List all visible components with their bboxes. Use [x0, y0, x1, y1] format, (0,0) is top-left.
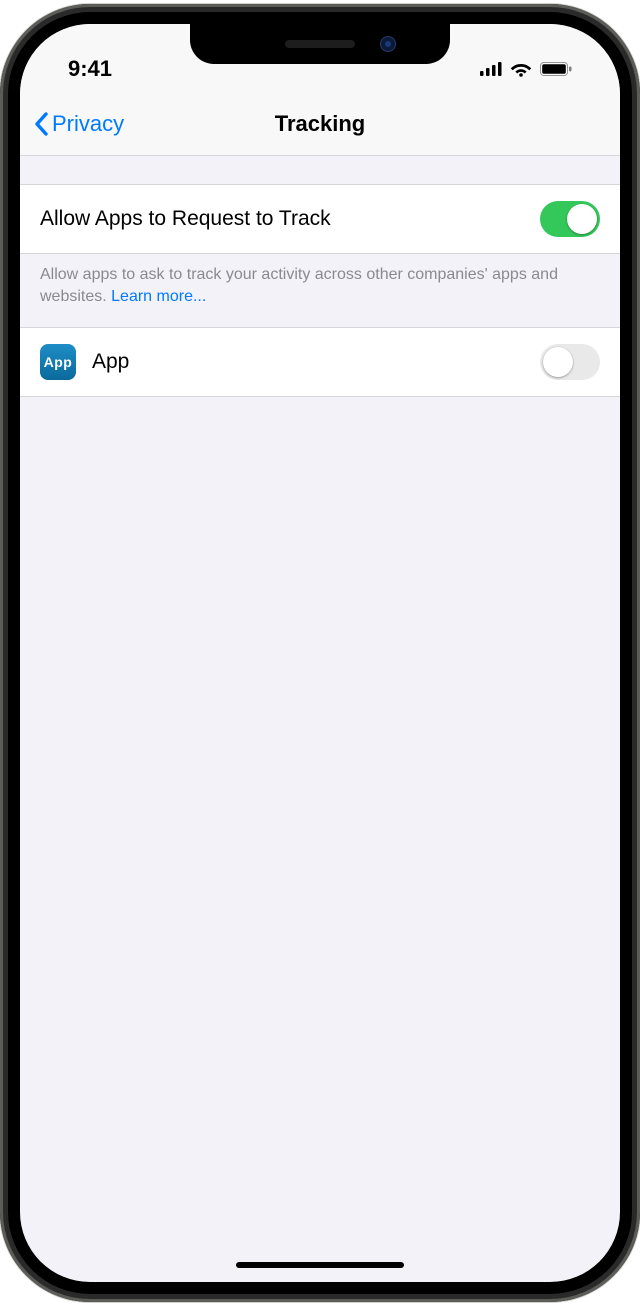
app-tracking-toggle[interactable]	[540, 344, 600, 380]
notch	[190, 24, 450, 64]
battery-icon	[540, 62, 572, 76]
page-title: Tracking	[275, 111, 365, 137]
back-button[interactable]: Privacy	[34, 111, 275, 137]
content: Allow Apps to Request to Track Allow app…	[20, 156, 620, 397]
status-time: 9:41	[68, 56, 112, 82]
toggle-knob	[567, 204, 597, 234]
device-frame: 9:41	[0, 4, 640, 1302]
learn-more-link[interactable]: Learn more...	[111, 288, 206, 305]
allow-apps-to-track-toggle[interactable]	[540, 201, 600, 237]
toggle-knob	[543, 347, 573, 377]
earpiece-speaker	[285, 40, 355, 48]
tracking-footer: Allow apps to ask to track your activity…	[20, 254, 620, 327]
screen: 9:41	[20, 24, 620, 1282]
cellular-icon	[480, 62, 502, 76]
front-camera	[380, 36, 396, 52]
app-icon: App	[40, 344, 76, 380]
app-tracking-row: App App	[20, 327, 620, 397]
home-indicator[interactable]	[236, 1262, 404, 1268]
status-right-icons	[480, 61, 572, 77]
back-label: Privacy	[52, 111, 124, 137]
allow-apps-to-track-row: Allow Apps to Request to Track	[20, 184, 620, 254]
allow-apps-to-track-label: Allow Apps to Request to Track	[40, 207, 331, 231]
chevron-left-icon	[34, 112, 50, 136]
app-name-label: App	[92, 350, 129, 374]
nav-bar: Privacy Tracking	[20, 96, 620, 156]
wifi-icon	[510, 61, 532, 77]
